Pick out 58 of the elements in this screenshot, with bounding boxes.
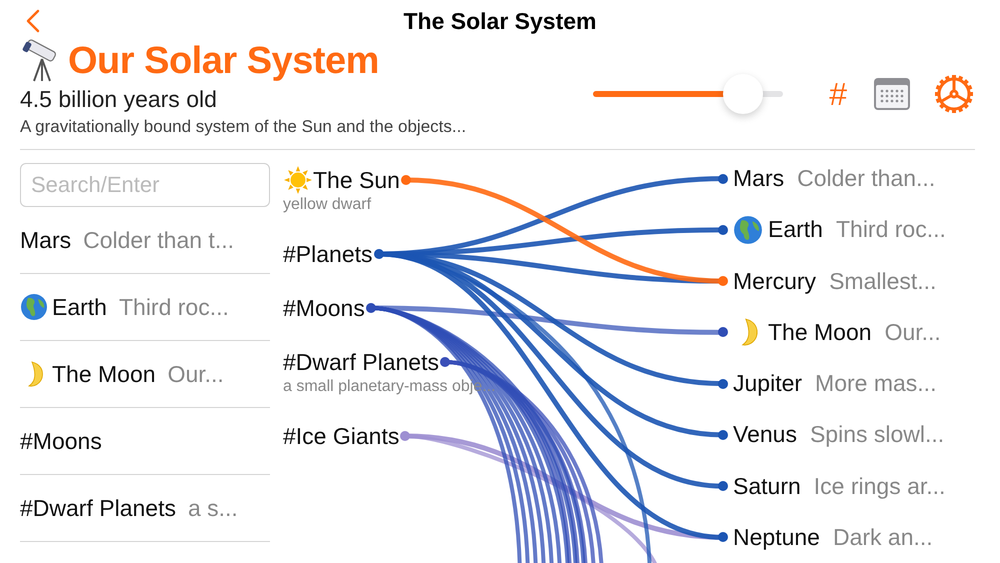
item-name: #Dwarf Planets [20,494,176,522]
node-dot [718,224,728,235]
list-item[interactable]: Earth Third roc... [20,274,270,341]
target-node-name[interactable]: Venus [733,421,797,448]
node-dot [718,532,728,542]
subtitle: 4.5 billion years old [20,86,218,113]
settings-button[interactable] [933,73,975,115]
source-node-label[interactable]: The Sun [313,166,400,194]
node-dot [718,481,728,492]
item-name: #Moons [20,428,102,454]
search-field[interactable]: Search/Enter [20,163,270,207]
target-node-detail: Spins slowl... [810,421,944,448]
target-node-detail: Our... [884,318,941,346]
nav-title: The Solar System [403,8,597,34]
item-detail: Colder than t... [83,226,234,254]
item-detail: Third roc... [118,294,229,320]
source-node-subtitle: yellow dwarf [283,195,372,215]
item-name: Mars [20,226,72,254]
list-item[interactable]: Mars Colder than t... [20,207,270,274]
target-node-name[interactable]: Jupiter [733,370,802,398]
target-node-name[interactable]: Mars [733,165,784,192]
list-item[interactable]: The Moon Our... [20,341,270,408]
node-dot [718,327,728,338]
item-detail: Our... [168,360,224,388]
item-name: The Moon [52,360,156,388]
target-node-name[interactable]: The Moon [768,318,872,346]
slider-thumb[interactable] [723,74,764,114]
calendar-button[interactable] [873,77,911,111]
node-dot [718,174,728,184]
item-name: Earth [52,294,107,320]
item-detail: a s... [188,494,238,522]
page-title: Our Solar System [68,40,379,82]
source-node-label[interactable]: #Planets [283,240,373,268]
globe-icon [20,293,48,321]
list-item[interactable]: #Dwarf Planets a s... [20,475,270,542]
target-node-detail: Third roc... [836,216,946,244]
target-node-detail: Dark an... [832,524,933,551]
target-node-detail: Ice rings ar... [814,472,946,500]
target-node-name[interactable]: Saturn [733,472,801,500]
back-chevron-icon [26,9,40,33]
list-item[interactable]: #Moons [20,408,270,475]
description: A gravitationally bound system of the Sun and the objects... [20,117,466,137]
target-node-detail: Colder than... [797,165,936,192]
node-dot [718,430,728,440]
node-dot [718,276,728,286]
globe-icon [733,214,763,245]
target-node-detail: More mas... [815,370,936,398]
node-dot [718,378,728,389]
source-node-label[interactable]: #Ice Giants [283,422,400,450]
target-node-name[interactable]: Neptune [733,524,820,551]
target-node-name[interactable]: Earth [768,216,823,244]
target-node-detail: Smallest... [829,268,936,295]
source-node-label[interactable]: #Moons [283,294,365,322]
calendar-icon [873,77,911,111]
settings-icon [933,73,975,115]
source-node-label[interactable]: #Dwarf Planets [283,348,439,376]
sun-icon [283,165,313,195]
target-node-name[interactable]: Mercury [733,268,816,295]
